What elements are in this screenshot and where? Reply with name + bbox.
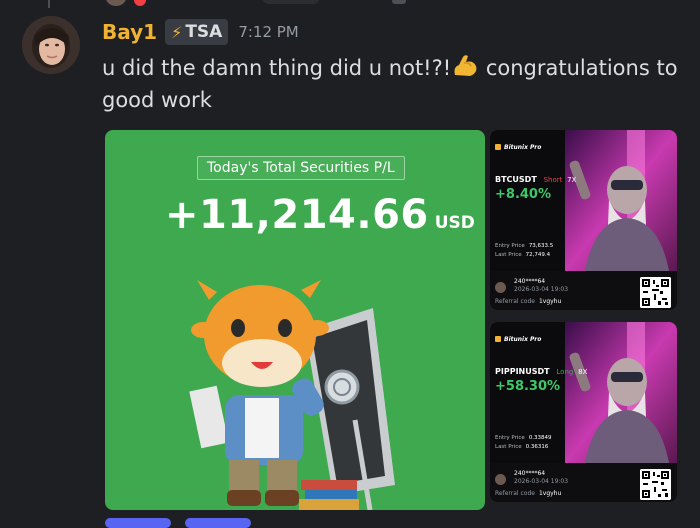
referral-footer: 240****64 2026-03-04 19:03 Referral code…: [490, 463, 677, 502]
avatar[interactable]: [22, 16, 80, 74]
qr-code-icon: [640, 469, 671, 500]
pl-share-image[interactable]: Today's Total Securities P/L +11,214.66 …: [105, 130, 485, 510]
user-id: 240****64: [514, 278, 546, 285]
pl-label: Today's Total Securities P/L: [197, 156, 405, 180]
last-label: Last Price: [495, 444, 522, 450]
user-avatar-mini: [495, 474, 506, 485]
avatar-small[interactable]: [106, 0, 126, 6]
entry-price: 73,633.5: [528, 243, 554, 249]
status-dot: [134, 0, 146, 6]
share-datetime: 2026-03-04 19:03: [514, 286, 569, 293]
last-price: 0.36316: [525, 444, 549, 450]
pl-amount: +11,214.66 USD: [165, 192, 475, 238]
username[interactable]: Bay1: [102, 20, 157, 44]
user-info: 240****64 2026-03-04 19:03: [514, 278, 568, 294]
pnl-percent: +8.40%: [495, 187, 551, 202]
last-price: 72,749.4: [525, 252, 551, 258]
user-info: 240****64 2026-03-04 19:03: [514, 470, 568, 486]
trading-pair: PIPPINUSDT Long 8X: [495, 367, 587, 376]
server-tag[interactable]: ⚡ TSA: [165, 19, 229, 45]
reaction-bar: [105, 518, 345, 528]
referral-label: Referral code: [495, 490, 535, 497]
share-datetime: 2026-03-04 19:03: [514, 478, 569, 485]
pl-currency: USD: [434, 213, 475, 233]
lightning-icon: ⚡: [171, 22, 183, 42]
referral: Referral code 1vgyhu: [495, 298, 561, 305]
message-content: u did the damn thing did u not!?! congra…: [102, 52, 682, 116]
reaction-button[interactable]: [185, 518, 251, 528]
message-text-part1: u did the damn thing did u not!?!: [102, 56, 452, 80]
entry-label: Entry Price: [495, 243, 525, 249]
pair-symbol: BTCUSDT: [495, 175, 537, 184]
previous-message-remnant: [0, 0, 700, 10]
user-avatar-mini: [495, 282, 506, 293]
referral-code: 1vgyhu: [538, 298, 562, 305]
position-direction: Short: [543, 176, 563, 184]
price-block: Entry Price 0.33849 Last Price 0.36316: [495, 434, 552, 452]
qr-code-icon: [640, 277, 671, 308]
position-card-top: Bitunix Pro PIPPINUSDT Long 8X +58.30% E…: [490, 322, 677, 463]
entry-label: Entry Price: [495, 435, 525, 441]
price-block: Entry Price 73,633.5 Last Price 72,749.4: [495, 242, 553, 260]
bull-mascot-illustration: [189, 280, 395, 510]
referral-label: Referral code: [495, 298, 535, 305]
reply-line: [48, 0, 50, 8]
referral-code: 1vgyhu: [538, 490, 562, 497]
reaction-button[interactable]: [105, 518, 171, 528]
position-direction: Long: [556, 368, 574, 376]
message-header: Bay1 ⚡ TSA 7:12 PM: [102, 18, 299, 46]
leverage: 8X: [578, 368, 588, 376]
position-share-image[interactable]: Bitunix Pro BTCUSDT Short 7X +8.40% Entr…: [490, 130, 677, 310]
brand-logo: Bitunix Pro: [495, 336, 541, 343]
pair-symbol: PIPPINUSDT: [495, 367, 550, 376]
server-tag-text: TSA: [185, 22, 223, 42]
brand-logo: Bitunix Pro: [495, 144, 541, 151]
timestamp[interactable]: 7:12 PM: [238, 23, 298, 41]
user-id: 240****64: [514, 470, 546, 477]
referral-footer: 240****64 2026-03-04 19:03 Referral code…: [490, 271, 677, 310]
trading-pair: BTCUSDT Short 7X: [495, 175, 576, 184]
reaction-square[interactable]: [392, 0, 406, 4]
flexed-biceps-emoji[interactable]: [451, 53, 479, 79]
trader-character-illustration: [565, 130, 677, 271]
position-card-top: Bitunix Pro BTCUSDT Short 7X +8.40% Entr…: [490, 130, 677, 271]
position-share-image[interactable]: Bitunix Pro PIPPINUSDT Long 8X +58.30% E…: [490, 322, 677, 502]
referral: Referral code 1vgyhu: [495, 490, 561, 497]
entry-price: 0.33849: [528, 435, 552, 441]
last-label: Last Price: [495, 252, 522, 258]
pnl-percent: +58.30%: [495, 379, 561, 394]
trader-character-illustration: [565, 322, 677, 463]
reaction-pill[interactable]: [262, 0, 320, 4]
pl-amount-value: +11,214.66: [165, 192, 429, 238]
leverage: 7X: [567, 176, 577, 184]
